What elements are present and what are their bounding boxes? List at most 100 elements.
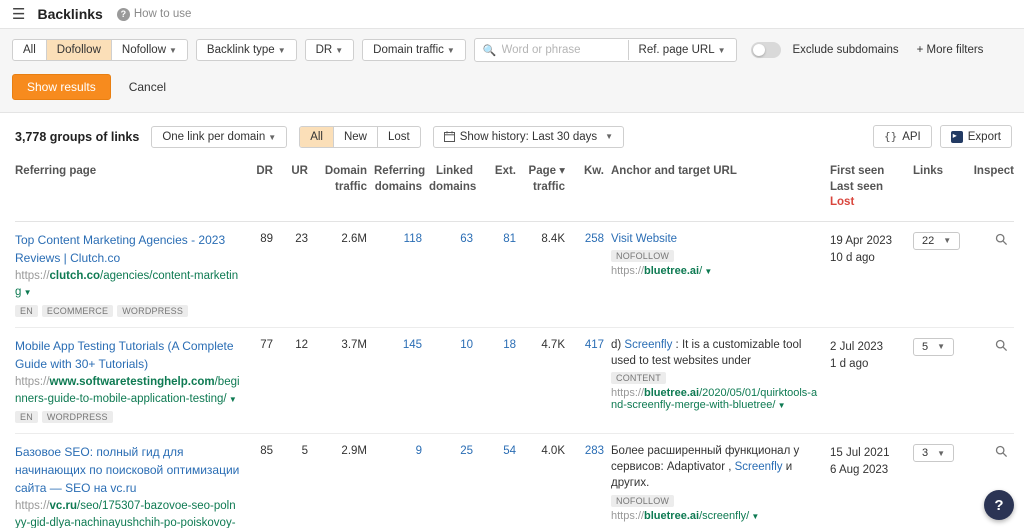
export-icon bbox=[950, 130, 963, 143]
status-tabs: All New Lost bbox=[299, 125, 421, 148]
col-page-traffic[interactable]: Page ▾ traffic bbox=[523, 164, 565, 195]
tag-badge: NOFOLLOW bbox=[611, 249, 675, 262]
links-cell: 22 ▼ bbox=[913, 231, 965, 250]
link-mode-dropdown[interactable]: One link per domain ▼ bbox=[151, 125, 288, 148]
target-url[interactable]: https://bluetree.ai/2020/05/01/quirktool… bbox=[611, 387, 823, 411]
first-seen-date: 15 Jul 2021 bbox=[830, 447, 890, 460]
col-kw[interactable]: Kw. bbox=[572, 164, 604, 180]
anchor-link[interactable]: Screenfly bbox=[624, 339, 672, 351]
target-url[interactable]: https://bluetree.ai/ ▼ bbox=[611, 265, 823, 277]
chevron-down-icon[interactable]: ▼ bbox=[21, 288, 32, 297]
kw-value-link[interactable]: 417 bbox=[585, 339, 604, 351]
col-referring-page[interactable]: Referring page bbox=[15, 164, 240, 180]
domain-traffic-dropdown[interactable]: Domain traffic ▼ bbox=[362, 39, 466, 61]
referring-domains-value-link[interactable]: 145 bbox=[403, 339, 422, 351]
referring-page-url[interactable]: https://clutch.co/agencies/content-marke… bbox=[15, 268, 240, 301]
code-braces-icon: {} bbox=[883, 130, 898, 143]
calendar-icon bbox=[443, 131, 455, 142]
ref-page-url-dropdown[interactable]: Ref. page URL ▼ bbox=[627, 40, 736, 60]
filter-actions: Show results Cancel bbox=[12, 74, 1012, 100]
dr-value: 89 bbox=[260, 232, 273, 245]
results-count: 3,778 groups of links bbox=[15, 129, 140, 144]
cancel-button[interactable]: Cancel bbox=[129, 80, 166, 94]
filter-all[interactable]: All bbox=[13, 40, 47, 60]
referring-domains-value-link[interactable]: 9 bbox=[416, 445, 422, 457]
backlink-type-dropdown[interactable]: Backlink type ▼ bbox=[195, 39, 297, 61]
col-ext[interactable]: Ext. bbox=[480, 164, 516, 180]
tab-lost[interactable]: Lost bbox=[378, 127, 420, 147]
chevron-down-icon: ▼ bbox=[268, 132, 277, 142]
anchor-target-cell: d) Screenfly : It is a customizable tool… bbox=[611, 337, 823, 411]
chevron-down-icon[interactable]: ▼ bbox=[702, 267, 712, 276]
referring-page-link[interactable]: Mobile App Testing Tutorials (A Complete… bbox=[15, 339, 234, 371]
ur-value: 12 bbox=[295, 338, 308, 351]
chevron-down-icon[interactable]: ▼ bbox=[775, 401, 786, 410]
linked-domains-value-link[interactable]: 25 bbox=[460, 445, 473, 457]
api-button[interactable]: {} API bbox=[872, 125, 932, 148]
links-count-dropdown[interactable]: 3 ▼ bbox=[913, 444, 955, 463]
linked-domains-value: 25 bbox=[429, 443, 473, 457]
anchor-tags: CONTENT bbox=[611, 372, 823, 385]
url-scheme: https:// bbox=[15, 500, 50, 513]
ext-value: 18 bbox=[480, 337, 516, 351]
links-count-dropdown[interactable]: 5 ▼ bbox=[913, 337, 955, 356]
url-path: /screenfly/ bbox=[699, 509, 750, 522]
backlinks-table: Referring page DR UR Domain traffic Refe… bbox=[0, 158, 1024, 528]
exclude-subdomains-toggle[interactable] bbox=[750, 42, 781, 58]
referring-page-url[interactable]: https://vc.ru/seo/175307-bazovoe-seo-pol… bbox=[15, 498, 240, 528]
show-results-button[interactable]: Show results bbox=[12, 74, 111, 100]
inspect-magnifier-icon[interactable] bbox=[995, 339, 1008, 356]
how-to-use-link[interactable]: ? How to use bbox=[116, 7, 191, 21]
inspect-magnifier-icon[interactable] bbox=[995, 233, 1008, 250]
col-first-seen[interactable]: First seen Last seen Lost bbox=[830, 164, 906, 211]
inspect-magnifier-icon[interactable] bbox=[995, 445, 1008, 462]
ext-value-link[interactable]: 81 bbox=[503, 233, 516, 245]
target-url[interactable]: https://bluetree.ai/screenfly/ ▼ bbox=[611, 510, 823, 522]
col-links[interactable]: Links bbox=[913, 164, 965, 180]
referring-page-url[interactable]: https://www.softwaretestinghelp.com/begi… bbox=[15, 374, 240, 407]
chevron-down-icon: ▼ bbox=[446, 46, 455, 55]
referring-page-link[interactable]: Top Content Marketing Agencies - 2023 Re… bbox=[15, 233, 225, 265]
domain-traffic-value: 3.7M bbox=[341, 338, 367, 351]
chevron-down-icon[interactable]: ▼ bbox=[749, 512, 759, 521]
linked-domains-value-link[interactable]: 63 bbox=[460, 233, 473, 245]
export-button[interactable]: Export bbox=[939, 125, 1012, 148]
search-input[interactable] bbox=[501, 39, 620, 61]
ext-value: 54 bbox=[480, 443, 516, 457]
linked-domains-value-link[interactable]: 10 bbox=[460, 339, 473, 351]
filter-row: All Dofollow Nofollow ▼ Backlink type ▼ DR… bbox=[12, 38, 1012, 62]
chevron-down-icon[interactable]: ▼ bbox=[227, 395, 237, 404]
col-linked-domains[interactable]: Linked domains bbox=[429, 164, 476, 195]
help-bubble-button[interactable]: ? bbox=[984, 490, 1014, 520]
referring-domains-value-link[interactable]: 118 bbox=[404, 233, 422, 245]
kw-value-link[interactable]: 283 bbox=[585, 445, 604, 457]
tab-all[interactable]: All bbox=[300, 126, 334, 147]
referring-page-link[interactable]: Базовое SEO: полный гид для начинающих п… bbox=[15, 445, 239, 495]
url-scheme: https:// bbox=[15, 269, 50, 282]
domain-traffic-value: 2.6M bbox=[341, 232, 367, 245]
show-history-dropdown[interactable]: Show history: Last 30 days ▼ bbox=[432, 125, 625, 148]
ext-value-link[interactable]: 18 bbox=[503, 339, 516, 351]
kw-value-link[interactable]: 258 bbox=[585, 233, 604, 245]
hamburger-menu-icon[interactable]: ☰ bbox=[12, 5, 25, 23]
filter-nofollow[interactable]: Nofollow ▼ bbox=[112, 40, 187, 60]
tab-new[interactable]: New bbox=[334, 126, 378, 147]
url-scheme: https:// bbox=[611, 509, 645, 522]
chevron-down-icon: ▼ bbox=[277, 46, 286, 55]
anchor-link[interactable]: Screenfly bbox=[735, 461, 783, 473]
url-domain: www.softwaretestinghelp.com bbox=[49, 375, 215, 388]
anchor-link[interactable]: Visit Website bbox=[611, 233, 677, 245]
ext-value-link[interactable]: 54 bbox=[503, 445, 516, 457]
col-anchor[interactable]: Anchor and target URL bbox=[611, 164, 823, 180]
col-ur[interactable]: UR bbox=[280, 164, 308, 180]
col-domain-traffic[interactable]: Domain traffic bbox=[315, 164, 367, 195]
links-count-dropdown[interactable]: 22 ▼ bbox=[913, 231, 961, 250]
col-referring-domains[interactable]: Referring domains bbox=[374, 164, 425, 195]
inspect-cell bbox=[972, 231, 1014, 251]
more-filters-button[interactable]: + More filters bbox=[917, 44, 984, 56]
page-traffic-value: 4.0K bbox=[541, 445, 565, 458]
col-dr[interactable]: DR bbox=[247, 164, 273, 180]
dr-dropdown[interactable]: DR ▼ bbox=[304, 39, 355, 61]
top-bar: ☰ Backlinks ? How to use bbox=[0, 0, 1024, 28]
filter-dofollow[interactable]: Dofollow bbox=[46, 40, 112, 60]
